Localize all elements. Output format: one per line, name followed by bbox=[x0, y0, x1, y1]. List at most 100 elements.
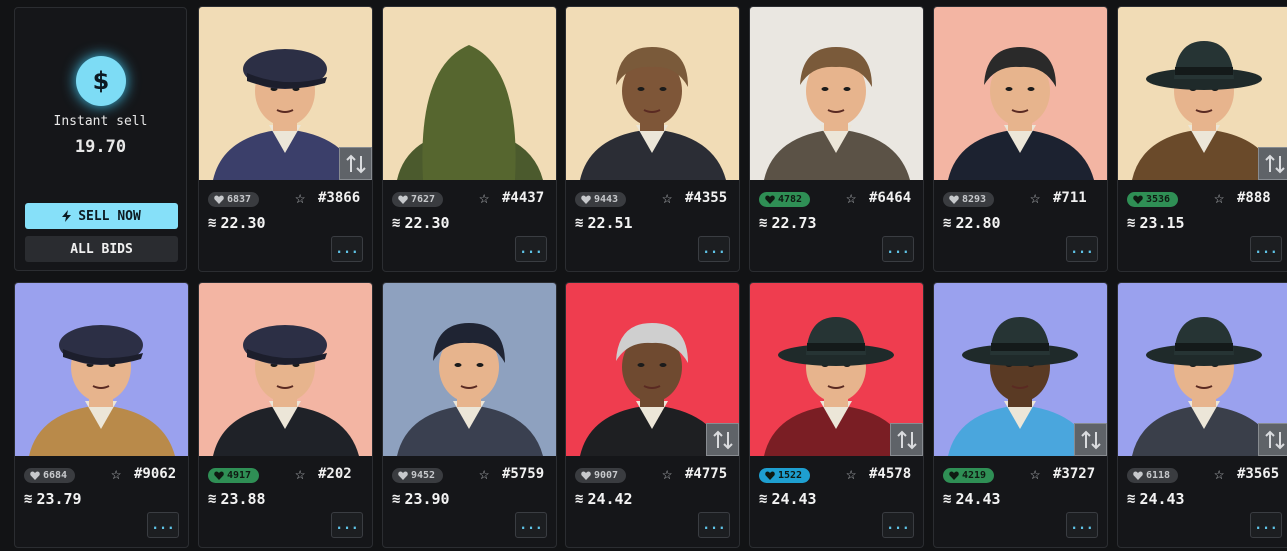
nft-artwork[interactable] bbox=[383, 7, 556, 180]
token-id: #4578 bbox=[869, 466, 912, 482]
heart-icon bbox=[949, 195, 959, 204]
coin-icon: ≋ bbox=[392, 491, 401, 507]
nft-card[interactable]: 6684 ☆ #9062 ≋ 23.79 ... bbox=[14, 282, 189, 548]
heart-icon bbox=[214, 471, 224, 480]
more-button[interactable]: ... bbox=[1066, 236, 1098, 262]
coin-icon: ≋ bbox=[759, 491, 768, 507]
all-bids-button[interactable]: ALL BIDS bbox=[25, 236, 178, 262]
sell-now-button[interactable]: SELL NOW bbox=[25, 203, 178, 229]
more-button[interactable]: ... bbox=[1250, 236, 1282, 262]
nft-card[interactable]: 4219 ☆ #3727 ≋ 24.43 ... bbox=[933, 282, 1108, 548]
coin-icon: ≋ bbox=[575, 491, 584, 507]
nft-artwork[interactable] bbox=[934, 7, 1107, 180]
star-icon[interactable]: ☆ bbox=[846, 464, 856, 484]
coin-icon: ≋ bbox=[392, 215, 401, 231]
token-id: #711 bbox=[1053, 190, 1087, 206]
nft-artwork[interactable] bbox=[199, 283, 372, 456]
nft-card[interactable]: 4782 ☆ #6464 ≋ 22.73 ... bbox=[749, 6, 924, 272]
more-button[interactable]: ... bbox=[882, 512, 914, 538]
price-value: 22.80 bbox=[955, 214, 1001, 232]
dollar-icon: $ bbox=[76, 56, 126, 106]
likes-count: 4917 bbox=[227, 470, 252, 481]
star-icon[interactable]: ☆ bbox=[1214, 188, 1224, 208]
nft-card[interactable]: 7627 ☆ #4437 ≋ 22.30 ... bbox=[382, 6, 557, 272]
nft-card[interactable]: 9007 ☆ #4775 ≋ 24.42 ... bbox=[565, 282, 740, 548]
nft-artwork[interactable] bbox=[566, 283, 739, 456]
nft-artwork[interactable] bbox=[566, 7, 739, 180]
all-bids-label: ALL BIDS bbox=[70, 241, 133, 257]
star-icon[interactable]: ☆ bbox=[662, 464, 672, 484]
price: ≋ 24.42 bbox=[575, 490, 633, 508]
price-value: 24.43 bbox=[771, 490, 817, 508]
nft-artwork[interactable] bbox=[199, 7, 372, 180]
heart-icon bbox=[30, 471, 40, 480]
nft-card[interactable]: 3536 ☆ #888 ≋ 23.15 ... bbox=[1117, 6, 1287, 272]
nft-card[interactable]: 9452 ☆ #5759 ≋ 23.90 ... bbox=[382, 282, 557, 548]
more-button[interactable]: ... bbox=[331, 236, 363, 262]
nft-artwork[interactable] bbox=[383, 283, 556, 456]
star-icon[interactable]: ☆ bbox=[662, 188, 672, 208]
nft-artwork[interactable] bbox=[15, 283, 188, 456]
price: ≋ 22.80 bbox=[943, 214, 1001, 232]
likes-count: 9007 bbox=[594, 470, 619, 481]
star-icon[interactable]: ☆ bbox=[295, 188, 305, 208]
nft-card[interactable]: 6837 ☆ #3866 ≋ 22.30 ... bbox=[198, 6, 373, 272]
star-icon[interactable]: ☆ bbox=[479, 464, 489, 484]
heart-icon bbox=[765, 471, 775, 480]
heart-icon bbox=[949, 471, 959, 480]
more-button[interactable]: ... bbox=[1250, 512, 1282, 538]
likes-badge: 7627 bbox=[392, 192, 444, 207]
more-button[interactable]: ... bbox=[515, 236, 547, 262]
likes-badge: 9452 bbox=[392, 468, 444, 483]
more-button[interactable]: ... bbox=[1066, 512, 1098, 538]
token-id: #4355 bbox=[685, 190, 728, 206]
swap-icon[interactable] bbox=[339, 147, 372, 180]
star-icon[interactable]: ☆ bbox=[295, 464, 305, 484]
price-value: 22.73 bbox=[771, 214, 817, 232]
likes-badge: 4782 bbox=[759, 192, 811, 207]
nft-card[interactable]: 6118 ☆ #3565 ≋ 24.43 ... bbox=[1117, 282, 1287, 548]
nft-artwork[interactable] bbox=[750, 283, 923, 456]
price-value: 22.30 bbox=[404, 214, 450, 232]
price: ≋ 23.90 bbox=[392, 490, 450, 508]
more-button[interactable]: ... bbox=[147, 512, 179, 538]
nft-card[interactable]: 4917 ☆ #202 ≋ 23.88 ... bbox=[198, 282, 373, 548]
nft-artwork[interactable] bbox=[1118, 283, 1287, 456]
token-id: #3866 bbox=[318, 190, 361, 206]
star-icon[interactable]: ☆ bbox=[846, 188, 856, 208]
swap-icon[interactable] bbox=[706, 423, 739, 456]
nft-card[interactable]: 8293 ☆ #711 ≋ 22.80 ... bbox=[933, 6, 1108, 272]
price-value: 24.42 bbox=[587, 490, 633, 508]
more-button[interactable]: ... bbox=[698, 512, 730, 538]
swap-icon[interactable] bbox=[1258, 423, 1287, 456]
nft-card[interactable]: 1522 ☆ #4578 ≋ 24.43 ... bbox=[749, 282, 924, 548]
nft-card[interactable]: 9443 ☆ #4355 ≋ 22.51 ... bbox=[565, 6, 740, 272]
nft-artwork[interactable] bbox=[1118, 7, 1287, 180]
star-icon[interactable]: ☆ bbox=[111, 464, 121, 484]
likes-badge: 1522 bbox=[759, 468, 811, 483]
price-value: 24.43 bbox=[955, 490, 1001, 508]
token-id: #888 bbox=[1237, 190, 1271, 206]
star-icon[interactable]: ☆ bbox=[1030, 188, 1040, 208]
more-button[interactable]: ... bbox=[515, 512, 547, 538]
coin-icon: ≋ bbox=[759, 215, 768, 231]
heart-icon bbox=[398, 471, 408, 480]
instant-sell-label: Instant sell bbox=[53, 114, 148, 129]
swap-icon[interactable] bbox=[890, 423, 923, 456]
more-button[interactable]: ... bbox=[698, 236, 730, 262]
star-icon[interactable]: ☆ bbox=[1030, 464, 1040, 484]
coin-icon: ≋ bbox=[575, 215, 584, 231]
price: ≋ 22.30 bbox=[208, 214, 266, 232]
nft-artwork[interactable] bbox=[934, 283, 1107, 456]
more-button[interactable]: ... bbox=[882, 236, 914, 262]
swap-icon[interactable] bbox=[1074, 423, 1107, 456]
swap-icon[interactable] bbox=[1258, 147, 1287, 180]
likes-count: 6837 bbox=[227, 194, 252, 205]
star-icon[interactable]: ☆ bbox=[479, 188, 489, 208]
price-value: 23.79 bbox=[36, 490, 82, 508]
price-value: 23.15 bbox=[1139, 214, 1185, 232]
nft-artwork[interactable] bbox=[750, 7, 923, 180]
heart-icon bbox=[398, 195, 408, 204]
more-button[interactable]: ... bbox=[331, 512, 363, 538]
star-icon[interactable]: ☆ bbox=[1214, 464, 1224, 484]
